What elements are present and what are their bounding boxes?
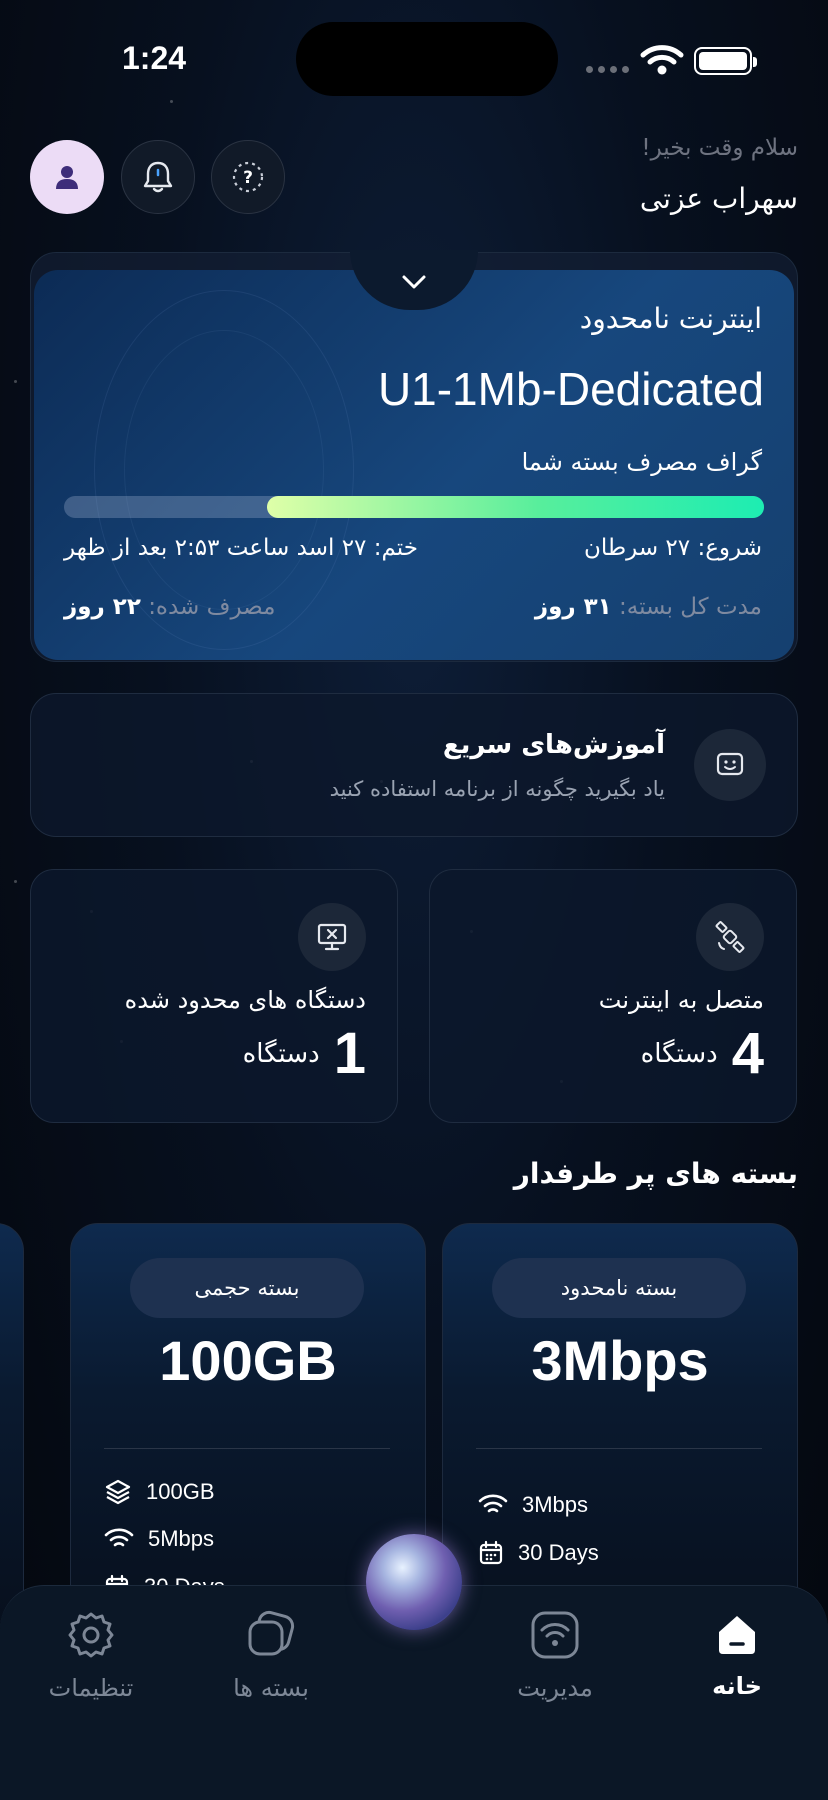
package-feature: 100GB bbox=[104, 1478, 215, 1506]
greeting: سلام وقت بخیر! bbox=[641, 135, 798, 161]
used-duration-value: ۲۲ روز bbox=[64, 594, 141, 620]
wifi-status-icon bbox=[640, 45, 684, 75]
restricted-count-unit: دستگاه bbox=[242, 1038, 320, 1069]
package-feature-text: 100GB bbox=[146, 1479, 215, 1504]
satellite-icon bbox=[715, 921, 745, 953]
wifi-manage-icon bbox=[531, 1611, 579, 1659]
signal-icon bbox=[586, 66, 629, 73]
package-divider bbox=[476, 1448, 762, 1449]
nav-item-settings[interactable]: تنظیمات bbox=[16, 1610, 166, 1702]
nav-label-packages: بسته ها bbox=[233, 1674, 309, 1702]
used-duration-label: مصرف شده: bbox=[148, 594, 276, 620]
wifi-icon bbox=[104, 1528, 134, 1547]
home-screen: 1:24 سلام وقت بخیر! سهراب عزتی ? اینترنت… bbox=[0, 0, 828, 1800]
package-feature: 3Mbps bbox=[478, 1492, 588, 1518]
total-duration-label: مدت کل بسته: bbox=[619, 594, 762, 620]
connected-count-number: 4 bbox=[731, 1021, 764, 1086]
nav-item-management[interactable]: مدیریت bbox=[480, 1610, 630, 1702]
connected-icon-badge bbox=[696, 903, 764, 971]
chevron-down-icon[interactable] bbox=[400, 272, 428, 292]
package-feature-text: 30 Days bbox=[518, 1540, 599, 1565]
nav-label-management: مدیریت bbox=[517, 1674, 593, 1702]
tutorial-title: آموزش‌های سریع bbox=[442, 730, 665, 760]
usage-progress-bar bbox=[64, 496, 764, 518]
bell-icon bbox=[143, 161, 173, 193]
total-duration-value: ۳۱ روز bbox=[534, 594, 612, 620]
usage-graph-label: گراف مصرف بسته شما bbox=[521, 448, 762, 476]
package-value: 3Mbps bbox=[531, 1329, 709, 1392]
plan-used-duration: مصرف شده: ۲۲ روز bbox=[64, 594, 275, 620]
smile-chat-icon bbox=[716, 752, 744, 776]
profile-button[interactable] bbox=[30, 140, 104, 214]
monitor-block-icon bbox=[317, 923, 347, 951]
restricted-devices-title: دستگاه های محدود شده bbox=[124, 986, 366, 1014]
wifi-icon bbox=[478, 1494, 508, 1513]
package-feature-text: 3Mbps bbox=[522, 1492, 589, 1517]
plan-start-date: شروع: ۲۷ سرطان bbox=[583, 535, 762, 561]
help-icon: ? bbox=[232, 161, 264, 193]
dynamic-island bbox=[296, 22, 558, 96]
assistant-orb-button[interactable] bbox=[366, 1534, 462, 1630]
package-divider bbox=[104, 1448, 390, 1449]
connected-count-unit: دستگاه bbox=[640, 1038, 718, 1069]
restricted-icon-badge bbox=[298, 903, 366, 971]
quick-tutorials-card[interactable] bbox=[30, 693, 798, 837]
packages-icon bbox=[248, 1610, 295, 1656]
connected-devices-count: 4 دستگاه bbox=[641, 1020, 764, 1087]
package-badge: بسته نامحدود bbox=[492, 1258, 746, 1318]
username: سهراب عزتی bbox=[639, 182, 798, 215]
settings-icon bbox=[68, 1612, 114, 1658]
package-card-partial[interactable] bbox=[0, 1223, 24, 1643]
nav-label-home: خانه bbox=[712, 1672, 762, 1700]
svg-text:?: ? bbox=[243, 168, 253, 188]
notifications-button[interactable] bbox=[121, 140, 195, 214]
nav-item-home[interactable]: خانه bbox=[662, 1610, 812, 1700]
package-badge: بسته حجمی bbox=[130, 1258, 364, 1318]
user-icon bbox=[56, 166, 78, 189]
nav-label-settings: تنظیمات bbox=[48, 1674, 134, 1702]
tutorial-icon-badge bbox=[694, 729, 766, 801]
usage-progress-fill bbox=[267, 496, 764, 518]
package-feature: 30 Days bbox=[478, 1540, 599, 1566]
package-feature-text: 5Mbps bbox=[148, 1526, 215, 1551]
battery-icon bbox=[694, 47, 757, 75]
tutorial-subtitle: یاد بگیرید چگونه از برنامه استفاده کنید bbox=[329, 777, 665, 801]
status-time: 1:24 bbox=[122, 40, 187, 76]
layers-icon bbox=[105, 1479, 131, 1505]
help-button[interactable]: ? bbox=[211, 140, 285, 214]
plan-total-duration: مدت کل بسته: ۳۱ روز bbox=[535, 594, 762, 620]
plan-name: U1-1Mb-Dedicated bbox=[377, 363, 764, 415]
nav-item-packages[interactable]: بسته ها bbox=[196, 1610, 346, 1702]
restricted-devices-count: 1 دستگاه bbox=[243, 1020, 366, 1087]
popular-packages-title: بسته های پر طرفدار bbox=[513, 1157, 798, 1190]
calendar-icon bbox=[479, 1540, 503, 1565]
plan-type: اینترنت نامحدود bbox=[579, 302, 762, 335]
restricted-count-number: 1 bbox=[333, 1021, 366, 1086]
package-feature: 5Mbps bbox=[104, 1526, 214, 1552]
home-icon bbox=[719, 1616, 755, 1654]
connected-devices-title: متصل به اینترنت bbox=[598, 986, 764, 1014]
plan-end-date: ختم: ۲۷ اسد ساعت ۲:۵۳ بعد از ظهر bbox=[64, 535, 418, 561]
package-value: 100GB bbox=[159, 1329, 337, 1392]
